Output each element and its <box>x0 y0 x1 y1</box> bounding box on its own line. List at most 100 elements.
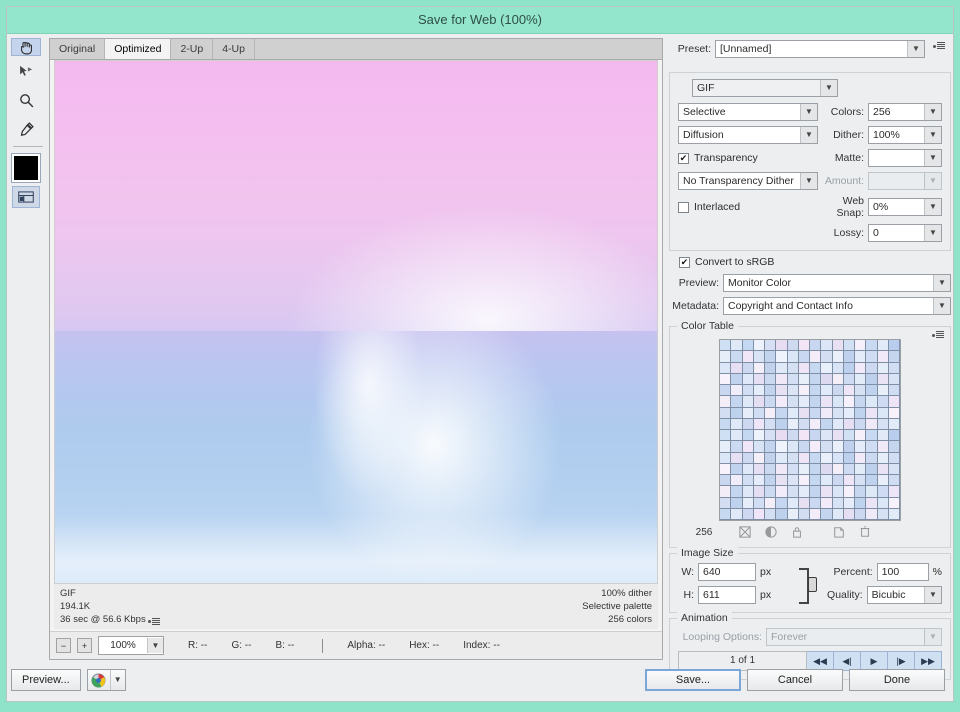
web-snap-select[interactable]: 0% ▼ <box>868 198 942 216</box>
color-swatch[interactable] <box>821 452 833 464</box>
color-swatch[interactable] <box>753 486 765 498</box>
color-swatch[interactable] <box>742 407 754 419</box>
color-swatch[interactable] <box>888 373 900 385</box>
toggle-slices-visibility-button[interactable] <box>12 186 40 208</box>
color-swatch[interactable] <box>888 452 900 464</box>
color-swatch[interactable] <box>731 497 743 509</box>
color-swatch[interactable] <box>877 407 889 419</box>
color-swatch[interactable] <box>832 340 844 352</box>
color-swatch[interactable] <box>832 418 844 430</box>
color-swatch[interactable] <box>855 430 867 442</box>
color-swatch[interactable] <box>798 475 810 487</box>
color-swatch[interactable] <box>742 486 754 498</box>
color-swatch[interactable] <box>855 475 867 487</box>
color-swatch[interactable] <box>731 362 743 374</box>
color-swatch[interactable] <box>776 362 788 374</box>
color-swatch[interactable] <box>821 340 833 352</box>
color-swatch[interactable] <box>742 362 754 374</box>
color-swatch[interactable] <box>787 486 799 498</box>
color-swatch[interactable] <box>877 351 889 363</box>
color-swatch[interactable] <box>798 362 810 374</box>
color-swatch[interactable] <box>832 396 844 408</box>
color-swatch[interactable] <box>798 351 810 363</box>
color-swatch[interactable] <box>731 351 743 363</box>
color-swatch[interactable] <box>742 441 754 453</box>
color-swatch[interactable] <box>787 463 799 475</box>
color-swatch[interactable] <box>877 340 889 352</box>
color-swatch[interactable] <box>843 430 855 442</box>
color-swatch[interactable] <box>855 362 867 374</box>
transparency-dither-select[interactable]: No Transparency Dither ▼ <box>678 172 818 190</box>
color-swatch[interactable] <box>821 441 833 453</box>
color-swatch[interactable] <box>877 452 889 464</box>
tab-optimized[interactable]: Optimized <box>105 39 172 59</box>
color-swatch[interactable] <box>776 373 788 385</box>
color-swatch[interactable] <box>776 418 788 430</box>
color-swatch[interactable] <box>888 385 900 397</box>
eyedropper-tool[interactable] <box>11 115 41 143</box>
color-swatch[interactable] <box>855 486 867 498</box>
color-swatch[interactable] <box>720 340 732 352</box>
color-swatch[interactable] <box>776 508 788 520</box>
color-swatch[interactable] <box>720 362 732 374</box>
color-swatch[interactable] <box>832 475 844 487</box>
color-swatch[interactable] <box>866 396 878 408</box>
color-swatch[interactable] <box>843 340 855 352</box>
color-swatch[interactable] <box>888 396 900 408</box>
color-swatch[interactable] <box>888 486 900 498</box>
color-swatch[interactable] <box>787 396 799 408</box>
color-swatch[interactable] <box>742 385 754 397</box>
color-swatch[interactable] <box>798 441 810 453</box>
color-swatch[interactable] <box>866 340 878 352</box>
color-swatch[interactable] <box>731 385 743 397</box>
color-swatch[interactable] <box>855 351 867 363</box>
color-swatch[interactable] <box>810 351 822 363</box>
color-swatch[interactable] <box>855 497 867 509</box>
color-swatch[interactable] <box>866 362 878 374</box>
color-swatch[interactable] <box>753 418 765 430</box>
color-swatch[interactable] <box>776 441 788 453</box>
color-swatch[interactable] <box>866 373 878 385</box>
color-swatch[interactable] <box>720 452 732 464</box>
color-swatch[interactable] <box>720 385 732 397</box>
color-swatch[interactable] <box>888 463 900 475</box>
color-swatch[interactable] <box>810 418 822 430</box>
color-swatch[interactable] <box>731 508 743 520</box>
color-swatch[interactable] <box>776 396 788 408</box>
color-swatch[interactable] <box>787 508 799 520</box>
color-swatch[interactable] <box>810 497 822 509</box>
color-swatch[interactable] <box>832 497 844 509</box>
color-swatch[interactable] <box>776 463 788 475</box>
color-swatch[interactable] <box>855 385 867 397</box>
color-swatch[interactable] <box>798 463 810 475</box>
color-swatch[interactable] <box>866 385 878 397</box>
preset-flyout-menu-icon[interactable] <box>933 42 945 50</box>
color-swatch[interactable] <box>742 452 754 464</box>
file-format-select[interactable]: GIF ▼ <box>692 79 838 97</box>
color-swatch[interactable] <box>787 351 799 363</box>
color-swatch[interactable] <box>843 396 855 408</box>
color-swatch[interactable] <box>742 475 754 487</box>
color-swatch[interactable] <box>787 418 799 430</box>
color-swatch[interactable] <box>866 508 878 520</box>
color-swatch[interactable] <box>787 385 799 397</box>
color-swatch[interactable] <box>753 430 765 442</box>
color-swatch[interactable] <box>765 508 777 520</box>
width-input[interactable]: 640 <box>698 563 756 581</box>
color-swatch[interactable] <box>742 340 754 352</box>
color-swatch[interactable] <box>765 407 777 419</box>
color-swatch[interactable] <box>765 430 777 442</box>
color-swatch[interactable] <box>720 497 732 509</box>
color-swatch[interactable] <box>832 351 844 363</box>
colors-select[interactable]: 256 ▼ <box>868 103 942 121</box>
optimized-image-canvas[interactable] <box>54 60 658 601</box>
color-swatch[interactable] <box>843 407 855 419</box>
color-swatch[interactable] <box>855 373 867 385</box>
color-swatch[interactable] <box>776 486 788 498</box>
color-swatch[interactable] <box>798 340 810 352</box>
interlaced-checkbox[interactable]: Interlaced <box>678 201 818 213</box>
color-swatch[interactable] <box>731 452 743 464</box>
color-swatch[interactable] <box>821 407 833 419</box>
color-swatch[interactable] <box>821 373 833 385</box>
color-swatch[interactable] <box>832 385 844 397</box>
